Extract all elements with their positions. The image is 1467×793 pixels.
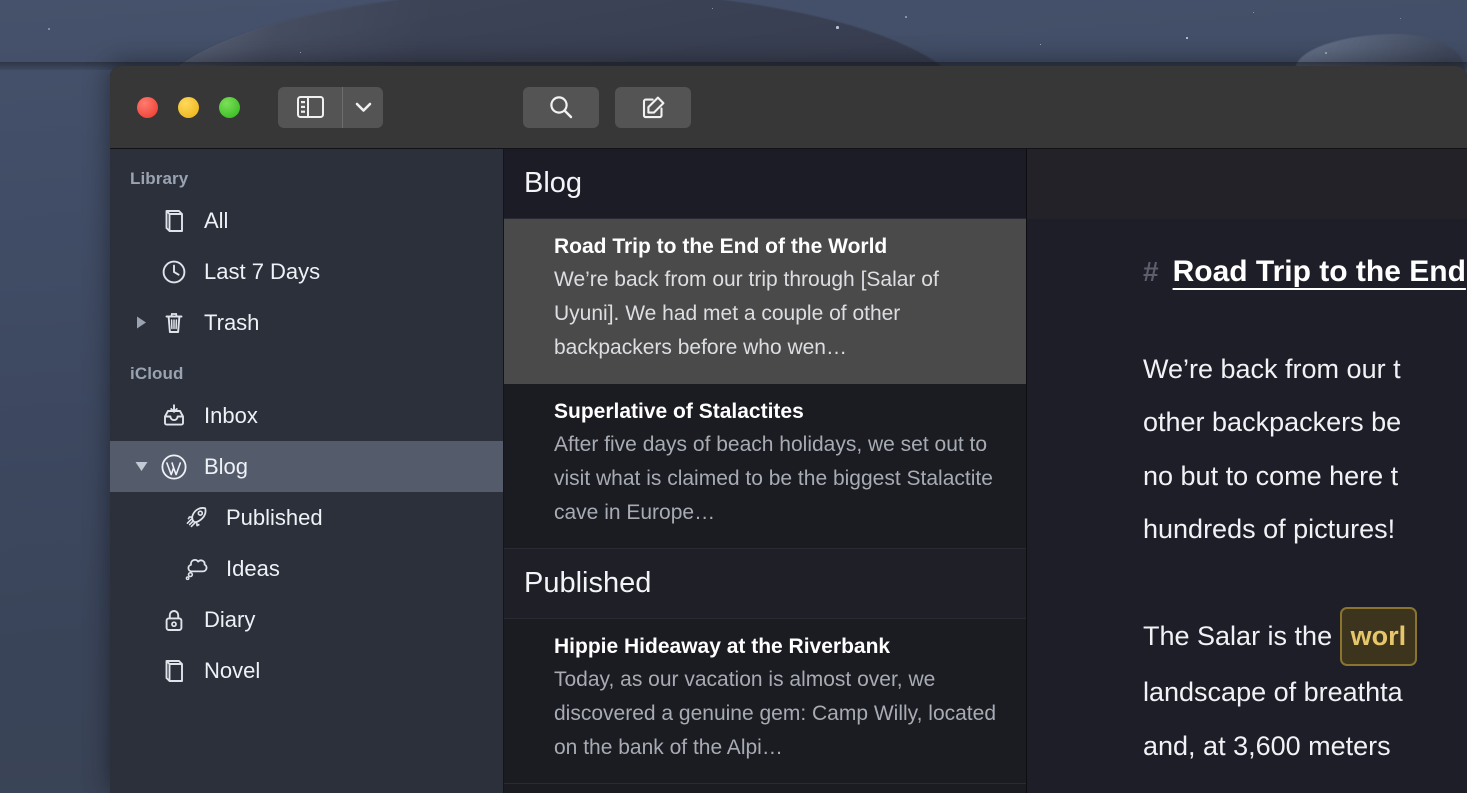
trash-icon (152, 309, 196, 337)
editor-heading-text: Road Trip to the End (1173, 255, 1466, 289)
note-title: Superlative of Stalactites (554, 400, 1004, 424)
sidebar-item-all[interactable]: All (110, 195, 503, 246)
sidebar-item-label: Diary (204, 607, 255, 633)
sidebar-options-button[interactable] (343, 87, 383, 128)
wordpress-icon (152, 452, 196, 482)
sidebar-item-label: Last 7 Days (204, 259, 320, 285)
sidebar-item-novel[interactable]: Novel (110, 645, 503, 696)
sidebar-item-published[interactable]: Published (110, 492, 503, 543)
note-title: Road Trip to the End of the World (554, 235, 1004, 259)
sidebar-group-icloud: iCloud Inbox Blog Published Ideas Diary … (110, 358, 503, 696)
editor-paragraph-line: We’re back from our t (1143, 343, 1467, 396)
editor-inline-tag[interactable]: worl (1340, 607, 1418, 666)
note-editor[interactable]: # Road Trip to the End We’re back from o… (1027, 149, 1467, 793)
disclosure-triangle-collapsed[interactable] (130, 315, 152, 330)
close-button[interactable] (137, 97, 158, 118)
note-list-header: Blog (504, 149, 1026, 219)
editor-paragraph-line: and, at 3,600 meters (1143, 720, 1467, 773)
rocket-icon (174, 504, 218, 532)
editor-paragraph-line: other backpackers be (1143, 396, 1467, 449)
sidebar-item-label: Inbox (204, 403, 258, 429)
sidebar-item-label: Published (226, 505, 323, 531)
note-title: Hippie Hideaway at the Riverbank (554, 635, 1004, 659)
note-list-item[interactable]: Hippie Hideaway at the Riverbank Today, … (504, 619, 1026, 784)
editor-paragraph-line: landscape of breathta (1143, 666, 1467, 719)
editor-paragraph-line: no but to come here t (1143, 450, 1467, 503)
book-icon (152, 207, 196, 235)
lock-icon (152, 606, 196, 634)
note-preview: After five days of beach holidays, we se… (554, 428, 1004, 530)
sidebar-item-label: Blog (204, 454, 248, 480)
disclosure-triangle-expanded[interactable] (130, 460, 152, 473)
sidebar-item-blog[interactable]: Blog (110, 441, 503, 492)
editor-text-before-tag: The Salar is the (1143, 621, 1340, 651)
traffic-light-group (137, 97, 240, 118)
sidebar-item-trash[interactable]: Trash (110, 297, 503, 348)
sidebar-item-label: Novel (204, 658, 260, 684)
sidebar-toggle-icon (297, 96, 324, 118)
app-window: Library All Last 7 Days Trash iCloud Inb… (110, 66, 1467, 793)
search-icon (548, 94, 575, 121)
sidebar-item-last-7-days[interactable]: Last 7 Days (110, 246, 503, 297)
sidebar-item-label: Ideas (226, 556, 280, 582)
clock-icon (152, 258, 196, 286)
markdown-hash-marker: # (1143, 256, 1159, 288)
window-toolbar (110, 66, 1467, 149)
sidebar-group-title: iCloud (110, 358, 503, 390)
sidebar-toggle-group[interactable] (278, 87, 383, 128)
compose-button[interactable] (615, 87, 691, 128)
minimize-button[interactable] (178, 97, 199, 118)
sidebar-group-title: Library (110, 163, 503, 195)
thought-bubble-icon (174, 555, 218, 583)
editor-content[interactable]: # Road Trip to the End We’re back from o… (1027, 255, 1467, 773)
search-button[interactable] (523, 87, 599, 128)
sidebar-item-inbox[interactable]: Inbox (110, 390, 503, 441)
inbox-icon (152, 402, 196, 430)
note-list-item[interactable]: Road Trip to the End of the World We’re … (504, 219, 1026, 384)
note-list-section-header: Published (504, 549, 1026, 619)
editor-top-band (1027, 149, 1467, 219)
note-list-item[interactable]: Superlative of Stalactites After five da… (504, 384, 1026, 549)
note-preview: We’re back from our trip through [Salar … (554, 263, 1004, 365)
sidebar-item-ideas[interactable]: Ideas (110, 543, 503, 594)
book-icon (152, 657, 196, 685)
sidebar: Library All Last 7 Days Trash iCloud Inb… (110, 149, 504, 793)
note-list: Blog Road Trip to the End of the World W… (504, 149, 1027, 793)
sidebar-item-label: Trash (204, 310, 259, 336)
sidebar-toggle-button[interactable] (278, 87, 342, 128)
desktop-wallpaper: Library All Last 7 Days Trash iCloud Inb… (0, 0, 1467, 793)
maximize-button[interactable] (219, 97, 240, 118)
sidebar-item-diary[interactable]: Diary (110, 594, 503, 645)
editor-paragraph-line-tagged: The Salar is the worl (1143, 607, 1467, 666)
sidebar-group-library: Library All Last 7 Days Trash (110, 163, 503, 348)
window-body: Library All Last 7 Days Trash iCloud Inb… (110, 149, 1467, 793)
compose-icon (640, 94, 667, 121)
editor-paragraph-line: hundreds of pictures! (1143, 503, 1467, 556)
sidebar-item-label: All (204, 208, 228, 234)
editor-heading-line: # Road Trip to the End (1143, 255, 1467, 289)
note-preview: Today, as our vacation is almost over, w… (554, 663, 1004, 765)
chevron-down-icon (355, 102, 372, 113)
